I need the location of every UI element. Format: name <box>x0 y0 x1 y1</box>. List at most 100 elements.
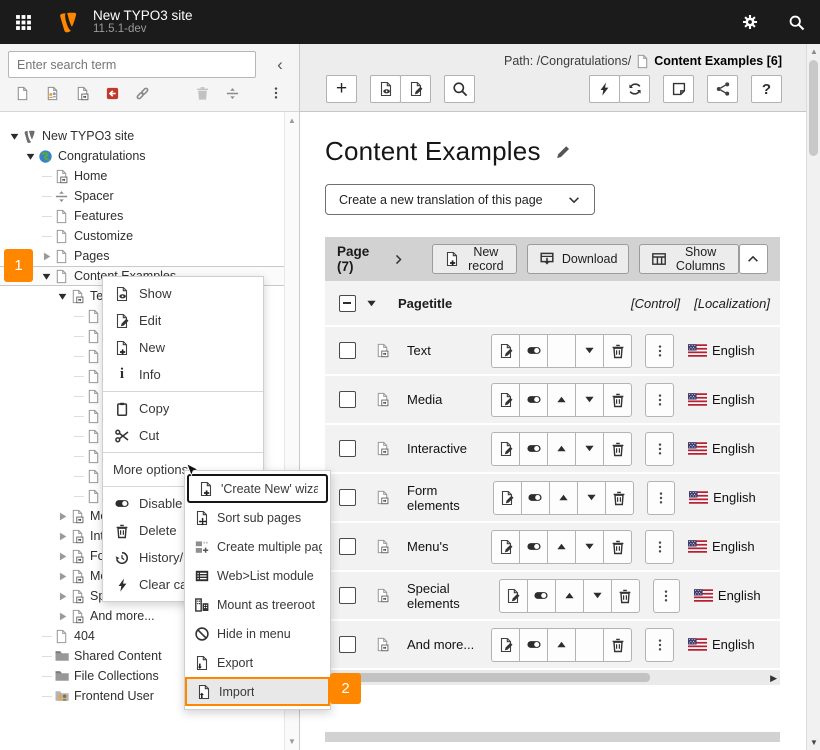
scroll-right-icon[interactable]: ▶ <box>770 673 777 684</box>
expand-caret-icon[interactable] <box>56 570 69 583</box>
record-title[interactable]: Form elements <box>407 483 493 513</box>
new-external-link-page-button[interactable] <box>103 84 121 102</box>
submenu-item-import[interactable]: Import <box>185 677 330 706</box>
collapse-caret-icon[interactable] <box>56 290 69 303</box>
edit-page-title-button[interactable] <box>555 143 572 160</box>
record-more-button[interactable] <box>645 432 674 466</box>
move-down-button[interactable] <box>575 334 604 368</box>
hide-record-toggle[interactable] <box>519 530 548 564</box>
record-title[interactable]: Menu's <box>407 539 449 554</box>
share-button[interactable] <box>707 75 738 103</box>
context-menu-item-info[interactable]: iInfo <box>103 361 263 388</box>
delete-record-button[interactable] <box>603 383 632 417</box>
submenu-item-export[interactable]: Export <box>185 648 330 677</box>
record-more-button[interactable] <box>653 579 680 613</box>
move-down-button[interactable] <box>575 530 604 564</box>
new-shortcut-page-button[interactable] <box>73 84 91 102</box>
edit-record-button[interactable] <box>491 383 520 417</box>
record-more-button[interactable] <box>645 383 674 417</box>
record-title[interactable]: Media <box>407 392 442 407</box>
topbar-search-button[interactable] <box>784 10 808 34</box>
scrollbar-thumb[interactable] <box>330 673 650 682</box>
submenu-item-create-new-wizard[interactable]: 'Create New' wizard <box>187 474 328 503</box>
submenu-item-create-multiple-pages[interactable]: Create multiple pages <box>185 532 330 561</box>
row-checkbox[interactable] <box>339 538 356 555</box>
edit-page-button[interactable] <box>400 75 431 103</box>
record-title[interactable]: Interactive <box>407 441 467 456</box>
scroll-down-icon[interactable]: ▼ <box>810 738 818 747</box>
collapse-caret-icon[interactable] <box>24 150 37 163</box>
scroll-up-icon[interactable]: ▲ <box>288 116 296 125</box>
hide-record-toggle[interactable] <box>521 481 550 515</box>
hide-record-toggle[interactable] <box>519 383 548 417</box>
create-translation-dropdown[interactable]: Create a new translation of this page <box>325 184 595 215</box>
refresh-button[interactable] <box>619 75 650 103</box>
tree-search-input[interactable] <box>8 51 256 78</box>
bolt-button[interactable] <box>589 75 620 103</box>
note-button[interactable] <box>663 75 694 103</box>
tree-item-congratulations[interactable]: Congratulations <box>0 146 299 166</box>
add-button[interactable]: + <box>326 75 357 103</box>
expand-caret-icon[interactable] <box>40 250 53 263</box>
move-up-button[interactable] <box>547 530 576 564</box>
expand-caret-icon[interactable] <box>56 610 69 623</box>
expand-caret-icon[interactable] <box>56 530 69 543</box>
horizontal-scrollbar[interactable]: ▶ <box>325 670 780 685</box>
new-users-page-button[interactable] <box>43 84 61 102</box>
tree-item-features[interactable]: Features <box>0 206 299 226</box>
submenu-item-sort-sub-pages[interactable]: Sort sub pages <box>185 503 330 532</box>
delete-record-button[interactable] <box>603 432 632 466</box>
context-menu-item-show[interactable]: Show <box>103 280 263 307</box>
select-all-checkbox[interactable] <box>339 295 356 312</box>
insert-link-button[interactable] <box>133 84 151 102</box>
hide-record-toggle[interactable] <box>519 432 548 466</box>
expand-table-button[interactable] <box>392 253 405 266</box>
move-up-button[interactable] <box>547 432 576 466</box>
context-menu-item-copy[interactable]: Copy <box>103 395 263 422</box>
collapse-table-button[interactable] <box>739 244 768 274</box>
edit-record-button[interactable] <box>491 628 520 662</box>
row-checkbox[interactable] <box>339 342 356 359</box>
row-checkbox[interactable] <box>339 587 356 604</box>
context-menu-item-new[interactable]: New <box>103 334 263 361</box>
row-checkbox[interactable] <box>339 440 356 457</box>
edit-record-button[interactable] <box>491 432 520 466</box>
selection-dropdown[interactable] <box>366 298 377 309</box>
new-page-button[interactable] <box>13 84 31 102</box>
tree-item-spacer[interactable]: Spacer <box>0 186 299 206</box>
record-title[interactable]: Text <box>407 343 431 358</box>
move-up-button[interactable] <box>555 579 584 613</box>
expand-caret-icon[interactable] <box>56 510 69 523</box>
collapse-panel-button[interactable]: ‹ <box>269 54 291 76</box>
move-down-button[interactable] <box>577 481 606 515</box>
tree-item-pages[interactable]: Pages <box>0 246 299 266</box>
delete-record-button[interactable] <box>605 481 634 515</box>
trash-button[interactable] <box>193 84 211 102</box>
hide-record-toggle[interactable] <box>527 579 556 613</box>
scrollbar-thumb[interactable] <box>809 60 818 156</box>
row-checkbox[interactable] <box>339 391 356 408</box>
view-page-button[interactable] <box>370 75 401 103</box>
submenu-item-hide-in-menu[interactable]: Hide in menu <box>185 619 330 648</box>
search-dark-button[interactable] <box>444 75 475 103</box>
help-button[interactable]: ? <box>751 75 782 103</box>
collapse-caret-icon[interactable] <box>40 270 53 283</box>
edit-record-button[interactable] <box>493 481 522 515</box>
submenu-item-mount-as-treeroot[interactable]: Mount as treeroot <box>185 590 330 619</box>
submenu-item-web-list-module[interactable]: Web>List module <box>185 561 330 590</box>
main-scrollbar[interactable]: ▲ ▼ <box>806 44 820 750</box>
new-spacer-button[interactable] <box>223 84 241 102</box>
context-menu-item-edit[interactable]: Edit <box>103 307 263 334</box>
record-title[interactable]: And more... <box>407 637 474 652</box>
context-menu-item-cut[interactable]: Cut <box>103 422 263 449</box>
expand-caret-icon[interactable] <box>56 590 69 603</box>
delete-record-button[interactable] <box>611 579 640 613</box>
move-down-button[interactable] <box>575 432 604 466</box>
move-up-button[interactable] <box>547 628 576 662</box>
module-menu-button[interactable] <box>10 9 36 35</box>
row-checkbox[interactable] <box>339 489 356 506</box>
tree-more-options-button[interactable] <box>267 84 285 102</box>
move-up-button[interactable] <box>547 383 576 417</box>
delete-record-button[interactable] <box>603 628 632 662</box>
new-record-button[interactable]: New record <box>432 244 517 274</box>
